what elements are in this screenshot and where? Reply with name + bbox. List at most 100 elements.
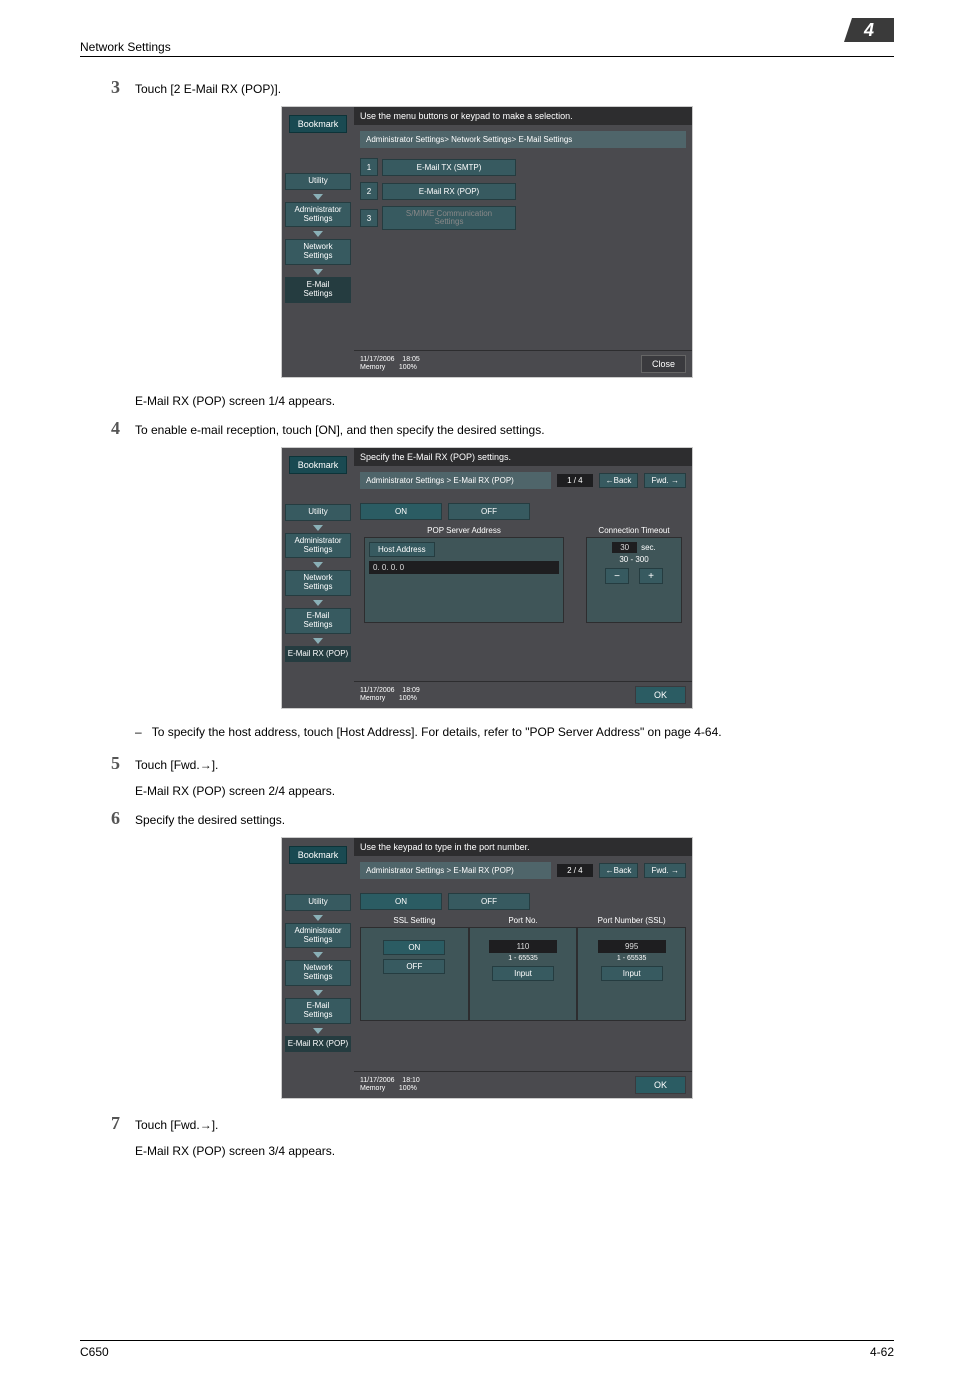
step-text: Touch [2 E-Mail RX (POP)]. xyxy=(135,77,894,98)
back-button[interactable]: ←Back xyxy=(599,473,639,488)
sidebar-item-email-settings[interactable]: E-Mail Settings xyxy=(285,277,351,303)
screenshot-email-rx-pop-2-4: Bookmark Utility Administrator Settings … xyxy=(281,837,693,1099)
menu-email-tx-smtp[interactable]: E-Mail TX (SMTP) xyxy=(382,159,516,176)
sidebar-item-email-rx-pop[interactable]: E-Mail RX (POP) xyxy=(285,646,351,663)
port-no-header: Port No. xyxy=(469,916,578,925)
step-text: Specify the desired settings. xyxy=(135,808,894,829)
ssl-port-value: 995 xyxy=(598,940,666,953)
back-button[interactable]: ←Back xyxy=(599,863,639,878)
ok-button[interactable]: OK xyxy=(635,686,686,704)
step-result-text: E-Mail RX (POP) screen 2/4 appears. xyxy=(135,782,894,800)
footer-date: 11/17/2006 xyxy=(360,1077,395,1084)
connection-timeout-header: Connection Timeout xyxy=(586,524,682,537)
substep-text: To specify the host address, touch [Host… xyxy=(152,723,722,741)
pop-server-header: POP Server Address xyxy=(364,524,564,537)
page-indicator: 2 / 4 xyxy=(557,864,593,877)
timeout-max: 300 xyxy=(635,555,648,564)
sidebar-item-email-settings[interactable]: E-Mail Settings xyxy=(285,998,351,1024)
step-number: 3 xyxy=(80,77,135,98)
section-title: Network Settings xyxy=(80,40,171,54)
chevron-down-icon xyxy=(313,1028,323,1034)
on-button[interactable]: ON xyxy=(360,503,442,520)
sidebar-item-network-settings[interactable]: Network Settings xyxy=(285,960,351,986)
footer-date: 11/17/2006 xyxy=(360,687,395,694)
ssl-on-button[interactable]: ON xyxy=(383,940,445,955)
menu-number: 2 xyxy=(360,182,378,200)
step-text: Touch [Fwd.→]. xyxy=(135,753,894,774)
breadcrumb: Administrator Settings > E-Mail RX (POP) xyxy=(360,862,551,879)
menu-smime-settings[interactable]: S/MIME Communication Settings xyxy=(382,206,516,230)
instruction-bar: Use the keypad to type in the port numbe… xyxy=(354,838,692,856)
sidebar-item-email-settings[interactable]: E-Mail Settings xyxy=(285,608,351,634)
chevron-down-icon xyxy=(313,952,323,958)
port-value: 110 xyxy=(489,940,557,953)
chevron-down-icon xyxy=(313,194,323,200)
chevron-down-icon xyxy=(313,562,323,568)
fwd-button[interactable]: Fwd. → xyxy=(644,863,686,878)
off-button[interactable]: OFF xyxy=(448,503,530,520)
bookmark-button[interactable]: Bookmark xyxy=(289,846,348,864)
instruction-bar: Use the menu buttons or keypad to make a… xyxy=(354,107,692,125)
screenshot-email-settings-menu: Bookmark Utility Administrator Settings … xyxy=(281,106,693,378)
bookmark-button[interactable]: Bookmark xyxy=(289,115,348,133)
step-number: 4 xyxy=(80,418,135,439)
sidebar-item-utility[interactable]: Utility xyxy=(285,894,351,911)
footer-memory-label: Memory xyxy=(360,695,385,702)
screenshot-email-rx-pop-1-4: Bookmark Utility Administrator Settings … xyxy=(281,447,693,709)
sidebar-item-utility[interactable]: Utility xyxy=(285,173,351,190)
minus-button[interactable]: − xyxy=(605,568,629,584)
sidebar-item-admin-settings[interactable]: Administrator Settings xyxy=(285,923,351,949)
off-button[interactable]: OFF xyxy=(448,893,530,910)
chevron-down-icon xyxy=(313,231,323,237)
timeout-unit: sec. xyxy=(641,543,656,552)
step-text: Touch [Fwd.→]. xyxy=(135,1113,894,1134)
chapter-badge: 4 xyxy=(844,18,894,42)
chevron-down-icon xyxy=(313,638,323,644)
chevron-down-icon xyxy=(313,915,323,921)
footer-time: 18:05 xyxy=(402,356,420,363)
close-button[interactable]: Close xyxy=(641,355,686,373)
port-input-button[interactable]: Input xyxy=(492,966,554,981)
footer-time: 18:10 xyxy=(402,1077,420,1084)
step-number: 6 xyxy=(80,808,135,829)
step-result-text: E-Mail RX (POP) screen 3/4 appears. xyxy=(135,1142,894,1160)
fwd-button[interactable]: Fwd. → xyxy=(644,473,686,488)
sidebar-item-network-settings[interactable]: Network Settings xyxy=(285,239,351,265)
footer-date: 11/17/2006 xyxy=(360,356,395,363)
footer-memory-label: Memory xyxy=(360,1085,385,1092)
ssl-setting-header: SSL Setting xyxy=(360,916,469,925)
footer-page-num: 4-62 xyxy=(870,1345,894,1359)
sidebar-item-utility[interactable]: Utility xyxy=(285,504,351,521)
sidebar-item-admin-settings[interactable]: Administrator Settings xyxy=(285,533,351,559)
instruction-bar: Specify the E-Mail RX (POP) settings. xyxy=(354,448,692,466)
footer-memory-pct: 100% xyxy=(399,1085,417,1092)
host-address-button[interactable]: Host Address xyxy=(369,542,435,557)
step-result-text: E-Mail RX (POP) screen 1/4 appears. xyxy=(135,392,894,410)
sidebar-item-admin-settings[interactable]: Administrator Settings xyxy=(285,202,351,228)
chevron-down-icon xyxy=(313,990,323,996)
menu-number: 1 xyxy=(360,158,378,176)
bookmark-button[interactable]: Bookmark xyxy=(289,456,348,474)
footer-memory-label: Memory xyxy=(360,364,385,371)
footer-time: 18:09 xyxy=(402,687,420,694)
page-indicator: 1 / 4 xyxy=(557,474,593,487)
plus-button[interactable]: + xyxy=(639,568,663,584)
chevron-down-icon xyxy=(313,600,323,606)
port-range: 1 - 65535 xyxy=(474,955,573,962)
sidebar-item-network-settings[interactable]: Network Settings xyxy=(285,570,351,596)
ssl-off-button[interactable]: OFF xyxy=(383,959,445,974)
menu-number: 3 xyxy=(360,209,378,227)
ssl-port-input-button[interactable]: Input xyxy=(601,966,663,981)
footer-model: C650 xyxy=(80,1345,109,1359)
ok-button[interactable]: OK xyxy=(635,1076,686,1094)
breadcrumb: Administrator Settings> Network Settings… xyxy=(360,131,686,148)
chevron-down-icon xyxy=(313,269,323,275)
menu-email-rx-pop[interactable]: E-Mail RX (POP) xyxy=(382,183,516,200)
on-button[interactable]: ON xyxy=(360,893,442,910)
host-address-value: 0. 0. 0. 0 xyxy=(369,561,559,574)
port-ssl-header: Port Number (SSL) xyxy=(577,916,686,925)
timeout-min: 30 xyxy=(619,555,628,564)
step-number: 7 xyxy=(80,1113,135,1134)
step-number: 5 xyxy=(80,753,135,774)
sidebar-item-email-rx-pop[interactable]: E-Mail RX (POP) xyxy=(285,1036,351,1053)
